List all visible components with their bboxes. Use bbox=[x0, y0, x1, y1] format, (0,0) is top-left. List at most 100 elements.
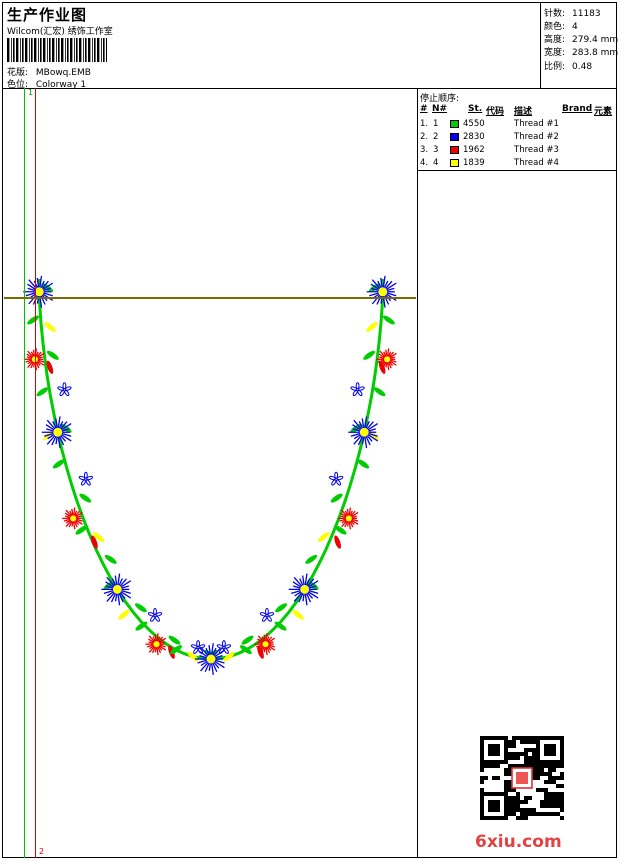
qr-module bbox=[488, 808, 492, 812]
small-petal bbox=[196, 640, 200, 648]
qr-module bbox=[516, 756, 520, 760]
qr-module bbox=[560, 800, 564, 804]
embroidery-design bbox=[23, 275, 397, 675]
watermark-site: 6xiu.com bbox=[475, 832, 562, 852]
qr-module bbox=[532, 756, 536, 760]
qr-module bbox=[560, 816, 564, 820]
company-name: Wilcom(汇宏) 绣饰工作室 bbox=[7, 27, 113, 37]
qr-module bbox=[480, 776, 484, 780]
flower-center bbox=[262, 641, 269, 648]
barcode-bar bbox=[20, 38, 21, 62]
qr-module bbox=[512, 812, 516, 816]
qr-module bbox=[556, 736, 560, 740]
qr-module bbox=[480, 736, 484, 740]
leaf bbox=[363, 350, 376, 360]
qr-module bbox=[492, 804, 496, 808]
leaf bbox=[36, 387, 49, 397]
qr-module bbox=[508, 804, 512, 808]
leaf bbox=[275, 603, 287, 613]
qr-module bbox=[504, 812, 508, 816]
stat-height: 高度: 279.4 mm bbox=[544, 32, 618, 45]
page-title: 生产作业图 bbox=[7, 6, 88, 24]
qr-module bbox=[484, 816, 488, 820]
qr-module bbox=[552, 812, 556, 816]
qr-module bbox=[544, 748, 548, 752]
qr-module bbox=[552, 760, 556, 764]
barcode-bar bbox=[25, 38, 28, 62]
qr-module bbox=[536, 736, 540, 740]
stat-label: 针数: bbox=[544, 9, 566, 19]
qr-module bbox=[508, 808, 512, 812]
qr-module bbox=[520, 740, 524, 744]
legend-header-brand: Brand bbox=[562, 104, 593, 114]
barcode-bar bbox=[22, 38, 24, 62]
flower-center bbox=[112, 584, 122, 594]
qr-module bbox=[504, 796, 508, 800]
qr-module bbox=[480, 792, 484, 796]
qr-module bbox=[488, 760, 492, 764]
qr-module bbox=[544, 772, 548, 776]
legend-row-code: 2830 bbox=[463, 132, 485, 142]
small-petal bbox=[265, 607, 269, 615]
stat-label: 宽度: bbox=[544, 48, 566, 58]
flower bbox=[288, 573, 319, 606]
qr-module bbox=[536, 740, 540, 744]
qr-module bbox=[508, 800, 512, 804]
legend-row-num: 1. bbox=[420, 119, 429, 129]
qr-module bbox=[484, 792, 488, 796]
qr-module bbox=[512, 800, 516, 804]
qr-module bbox=[516, 800, 520, 804]
qr-module bbox=[480, 752, 484, 756]
qr-module bbox=[516, 792, 520, 796]
qr-module bbox=[560, 772, 564, 776]
qr-module bbox=[480, 760, 484, 764]
qr-module bbox=[484, 764, 488, 768]
stat-scale: 比例: 0.48 bbox=[544, 59, 592, 72]
qr-module bbox=[552, 768, 556, 772]
legend-row-num: 3. bbox=[420, 145, 429, 155]
qr-module bbox=[544, 796, 548, 800]
qr-module bbox=[524, 796, 528, 800]
qr-module bbox=[528, 812, 532, 816]
qr-module bbox=[552, 736, 556, 740]
legend-row-n: 3 bbox=[433, 145, 439, 155]
stat-label: 颜色: bbox=[544, 22, 566, 32]
stat-label: 比例: bbox=[544, 62, 566, 72]
qr-module bbox=[556, 800, 560, 804]
qr-module bbox=[548, 760, 552, 764]
leaf bbox=[46, 350, 59, 360]
small-petal bbox=[223, 647, 229, 654]
leaf bbox=[373, 387, 386, 397]
qr-module bbox=[508, 744, 512, 748]
small-petal bbox=[154, 615, 160, 622]
color-swatch bbox=[450, 120, 459, 128]
qr-module bbox=[540, 772, 544, 776]
barcode-bar bbox=[47, 38, 48, 62]
leaf bbox=[44, 322, 56, 332]
qr-module bbox=[548, 792, 552, 796]
small-flower bbox=[328, 471, 344, 486]
qr-module bbox=[480, 796, 484, 800]
barcode-bar bbox=[103, 38, 105, 62]
qr-module bbox=[524, 800, 528, 804]
qr-module bbox=[488, 816, 492, 820]
qr-module bbox=[508, 752, 512, 756]
design-canvas bbox=[3, 89, 418, 857]
qr-module bbox=[504, 760, 508, 764]
legend-header-code: 代码 bbox=[486, 107, 505, 117]
qr-module bbox=[548, 744, 552, 748]
qr-module bbox=[556, 784, 560, 788]
stat-value: 11183 bbox=[572, 9, 601, 19]
qr-module bbox=[524, 760, 528, 764]
barcode-bar bbox=[52, 38, 55, 62]
header-info-panel: 生产作业图 Wilcom(汇宏) 绣饰工作室 花版: MBowq.EMB 色位:… bbox=[3, 3, 541, 90]
color-swatch bbox=[450, 159, 459, 167]
barcode-bar bbox=[13, 38, 15, 62]
qr-module bbox=[480, 740, 484, 744]
qr-module bbox=[536, 812, 540, 816]
qr-module bbox=[516, 736, 520, 740]
flower-center bbox=[300, 584, 310, 594]
qr-module bbox=[560, 744, 564, 748]
qr-module bbox=[548, 764, 552, 768]
small-petal bbox=[222, 640, 226, 648]
